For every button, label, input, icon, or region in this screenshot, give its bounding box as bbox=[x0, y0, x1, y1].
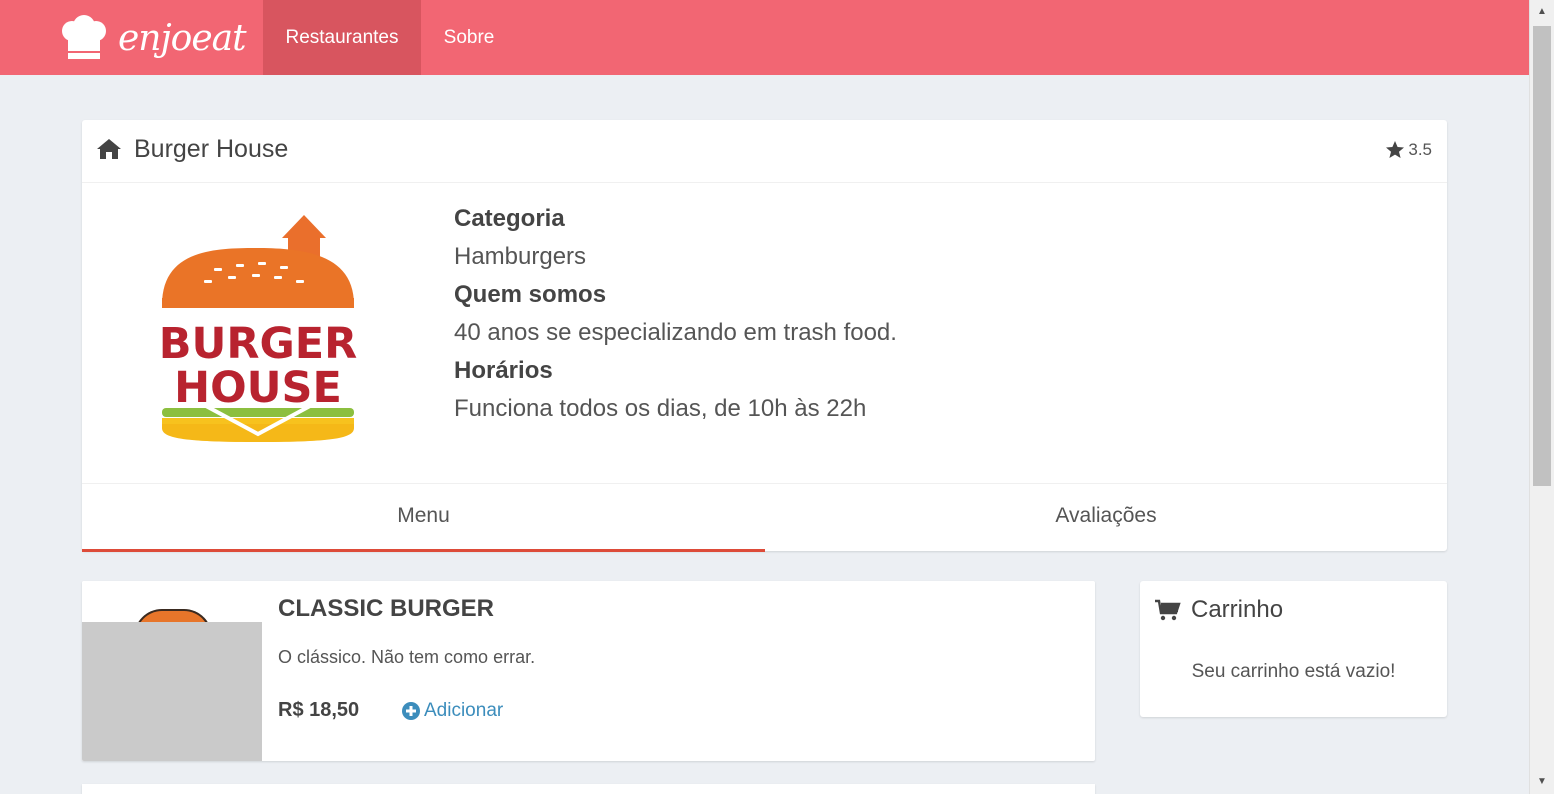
brand-logo[interactable]: enjoeat bbox=[58, 8, 248, 68]
category-label: Categoria bbox=[454, 205, 565, 232]
page-scrollbar[interactable]: ▲ ▼ bbox=[1529, 0, 1554, 794]
hours-label: Horários bbox=[454, 357, 553, 384]
nav-item-sobre[interactable]: Sobre bbox=[421, 0, 517, 75]
menu-item-description: O clássico. Não tem como errar. bbox=[278, 647, 536, 667]
home-icon bbox=[97, 139, 121, 159]
menu-item-card-next bbox=[82, 784, 1095, 794]
cart-card: Carrinho Seu carrinho está vazio! bbox=[1140, 581, 1447, 717]
nav-item-restaurantes[interactable]: Restaurantes bbox=[263, 0, 421, 75]
logo-text-burger: BURGER bbox=[159, 319, 358, 369]
menu-item-name: CLASSIC BURGER bbox=[278, 595, 495, 622]
menu-item-image bbox=[82, 581, 262, 761]
rating-value: 3.5 bbox=[1408, 140, 1432, 159]
scrollbar-thumb[interactable] bbox=[1533, 26, 1551, 486]
scroll-up-arrow-icon[interactable]: ▲ bbox=[1530, 2, 1554, 22]
logo-text-house: HOUSE bbox=[174, 363, 342, 413]
restaurant-header: Burger House 3.5 bbox=[82, 120, 1447, 183]
about-value: 40 anos se especializando em trash food. bbox=[454, 319, 897, 346]
tab-avaliacoes[interactable]: Avaliações bbox=[765, 484, 1447, 552]
tab-menu[interactable]: Menu bbox=[82, 484, 765, 552]
image-placeholder bbox=[82, 622, 262, 761]
restaurant-info: Categoria Hamburgers Quem somos 40 anos … bbox=[454, 200, 897, 428]
restaurant-name: Burger House bbox=[134, 135, 289, 163]
restaurant-logo: BURGER HOUSE bbox=[159, 215, 358, 442]
scroll-down-arrow-icon[interactable]: ▼ bbox=[1530, 772, 1554, 792]
add-to-cart-button[interactable]: Adicionar bbox=[402, 700, 503, 722]
category-value: Hamburgers bbox=[454, 243, 587, 270]
brand-name: enjoeat bbox=[118, 17, 247, 59]
plus-circle-icon bbox=[402, 702, 420, 720]
restaurant-rating: 3.5 bbox=[1385, 140, 1432, 160]
hours-value: Funciona todos os dias, de 10h às 22h bbox=[454, 395, 867, 422]
restaurant-tabs: Menu Avaliações bbox=[82, 483, 1447, 552]
chef-hat-icon bbox=[62, 15, 106, 59]
cart-empty-message: Seu carrinho está vazio! bbox=[1191, 661, 1396, 682]
menu-item-price: R$ 18,50 bbox=[278, 699, 360, 721]
add-button-label: Adicionar bbox=[424, 700, 504, 721]
top-navbar: enjoeat Restaurantes Sobre bbox=[0, 0, 1529, 75]
star-icon bbox=[1386, 141, 1405, 158]
shopping-cart-icon bbox=[1155, 599, 1181, 621]
about-label: Quem somos bbox=[454, 281, 607, 308]
menu-item-card: CLASSIC BURGER O clássico. Não tem como … bbox=[82, 581, 1095, 761]
restaurant-card: Burger House 3.5 BURGER HOUSE Categoria … bbox=[82, 120, 1447, 552]
cart-title: Carrinho bbox=[1191, 596, 1284, 623]
